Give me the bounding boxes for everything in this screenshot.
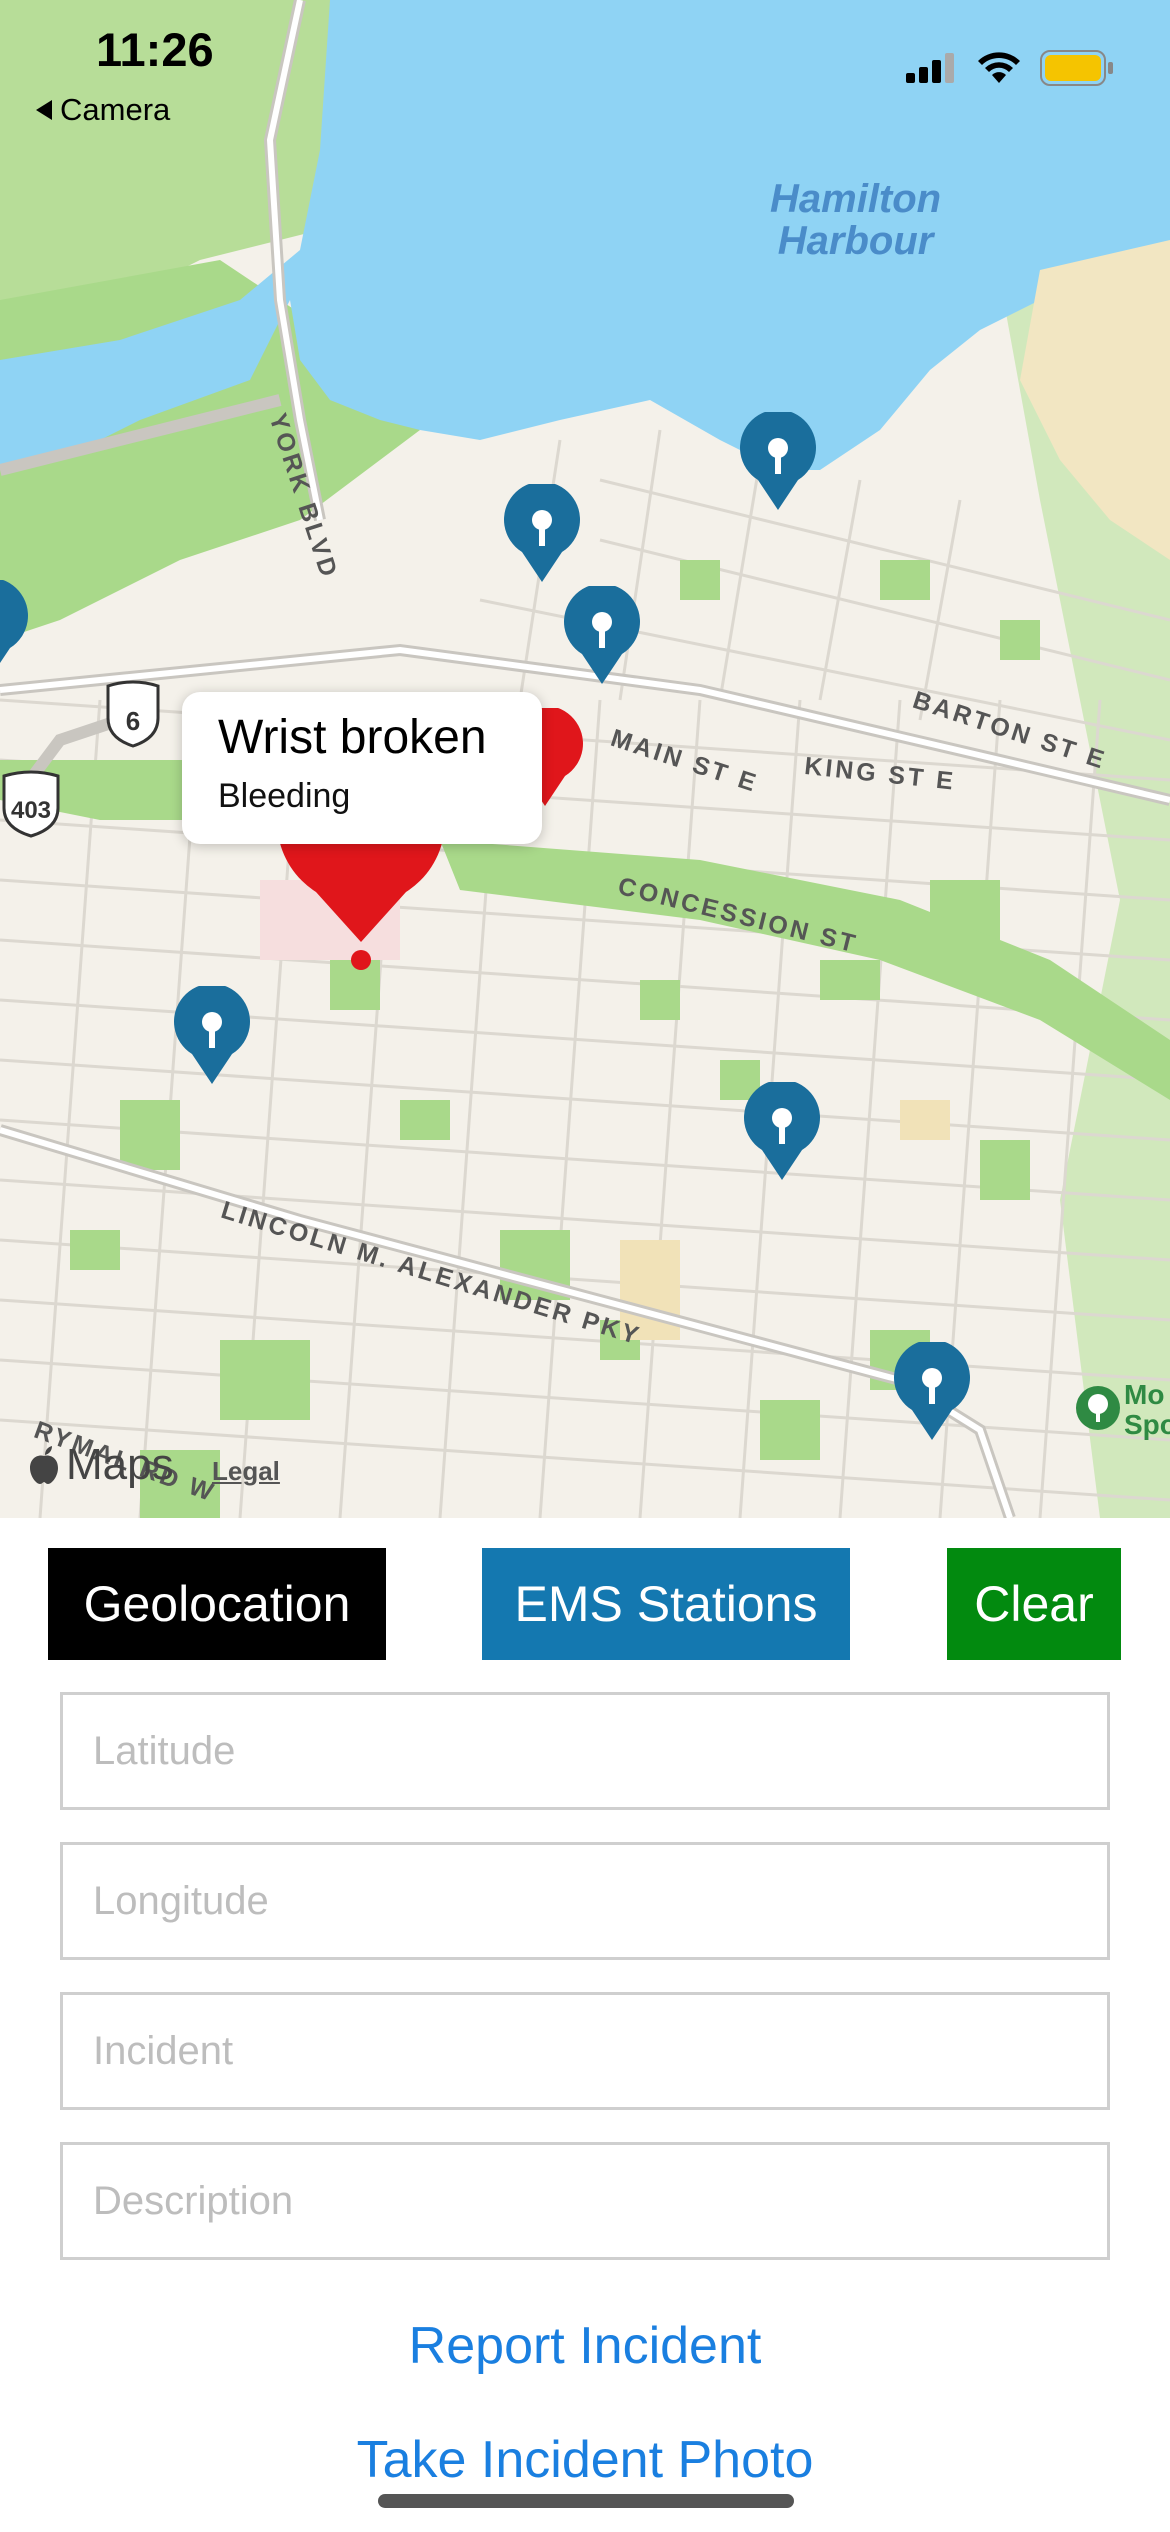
callout-subtitle: Bleeding	[218, 777, 351, 815]
battery-icon	[1040, 50, 1113, 86]
description-field[interactable]	[60, 2142, 1110, 2260]
ems-station-pin[interactable]	[0, 579, 32, 680]
home-indicator[interactable]	[378, 2494, 794, 2508]
clear-button[interactable]: Clear	[947, 1548, 1121, 1660]
maps-attribution: Maps	[28, 1440, 174, 1490]
ems-station-pin[interactable]	[170, 983, 254, 1086]
poi-label-line1: Mo	[1124, 1379, 1165, 1410]
incident-field[interactable]	[60, 1992, 1110, 2110]
harbour-label: Hamilton Harbour	[770, 178, 941, 262]
take-incident-photo-button[interactable]: Take Incident Photo	[0, 2430, 1170, 2490]
geolocation-button[interactable]: Geolocation	[48, 1548, 386, 1660]
longitude-field[interactable]	[60, 1842, 1110, 1960]
map-pin-icon	[564, 583, 640, 684]
wifi-icon	[978, 52, 1020, 83]
back-arrow-icon	[36, 100, 52, 120]
callout-title: Wrist broken	[218, 711, 487, 764]
apple-logo-icon	[30, 1446, 58, 1484]
ems-station-pin[interactable]	[560, 583, 644, 686]
highway-shield-6-text: 6	[126, 706, 140, 736]
park-poi-icon	[1076, 1386, 1120, 1430]
ems-stations-button[interactable]: EMS Stations	[482, 1548, 850, 1660]
ems-station-pin[interactable]	[500, 481, 584, 584]
status-time: 11:26	[96, 23, 214, 76]
status-icons	[906, 50, 1114, 86]
map-pin-icon	[894, 1339, 970, 1440]
harbour-label-line2: Harbour	[777, 219, 934, 263]
back-to-camera-link[interactable]: Camera	[36, 92, 170, 128]
latitude-field[interactable]	[60, 1692, 1110, 1810]
ems-station-pin[interactable]	[740, 1079, 824, 1182]
back-label: Camera	[60, 92, 171, 127]
ems-station-pin[interactable]	[736, 409, 820, 512]
map-pin-icon	[744, 1079, 820, 1180]
highway-shield-403-text: 403	[11, 797, 51, 824]
poi-label: Mo Spo	[1124, 1380, 1170, 1440]
map-pin-icon	[0, 579, 28, 663]
map-pin-icon	[740, 409, 816, 510]
cellular-signal-icon	[906, 53, 954, 83]
highway-shield-6: 6	[104, 678, 162, 748]
harbour-label-line1: Hamilton	[770, 177, 942, 221]
maps-attribution-text: Maps	[66, 1440, 174, 1489]
report-incident-button[interactable]: Report Incident	[0, 2316, 1170, 2376]
map-pin-icon	[504, 481, 580, 582]
legal-link[interactable]: Legal	[212, 1456, 280, 1487]
map-view[interactable]: 11:26 Camera Hamilton Harbour YORK BLVD …	[0, 0, 1170, 1518]
incident-callout[interactable]: Wrist broken Bleeding	[182, 692, 542, 844]
ems-station-pin[interactable]	[890, 1339, 974, 1442]
highway-shield-403: 403	[0, 768, 60, 838]
map-pin-icon	[174, 983, 250, 1084]
poi-label-line2: Spo	[1124, 1409, 1170, 1440]
